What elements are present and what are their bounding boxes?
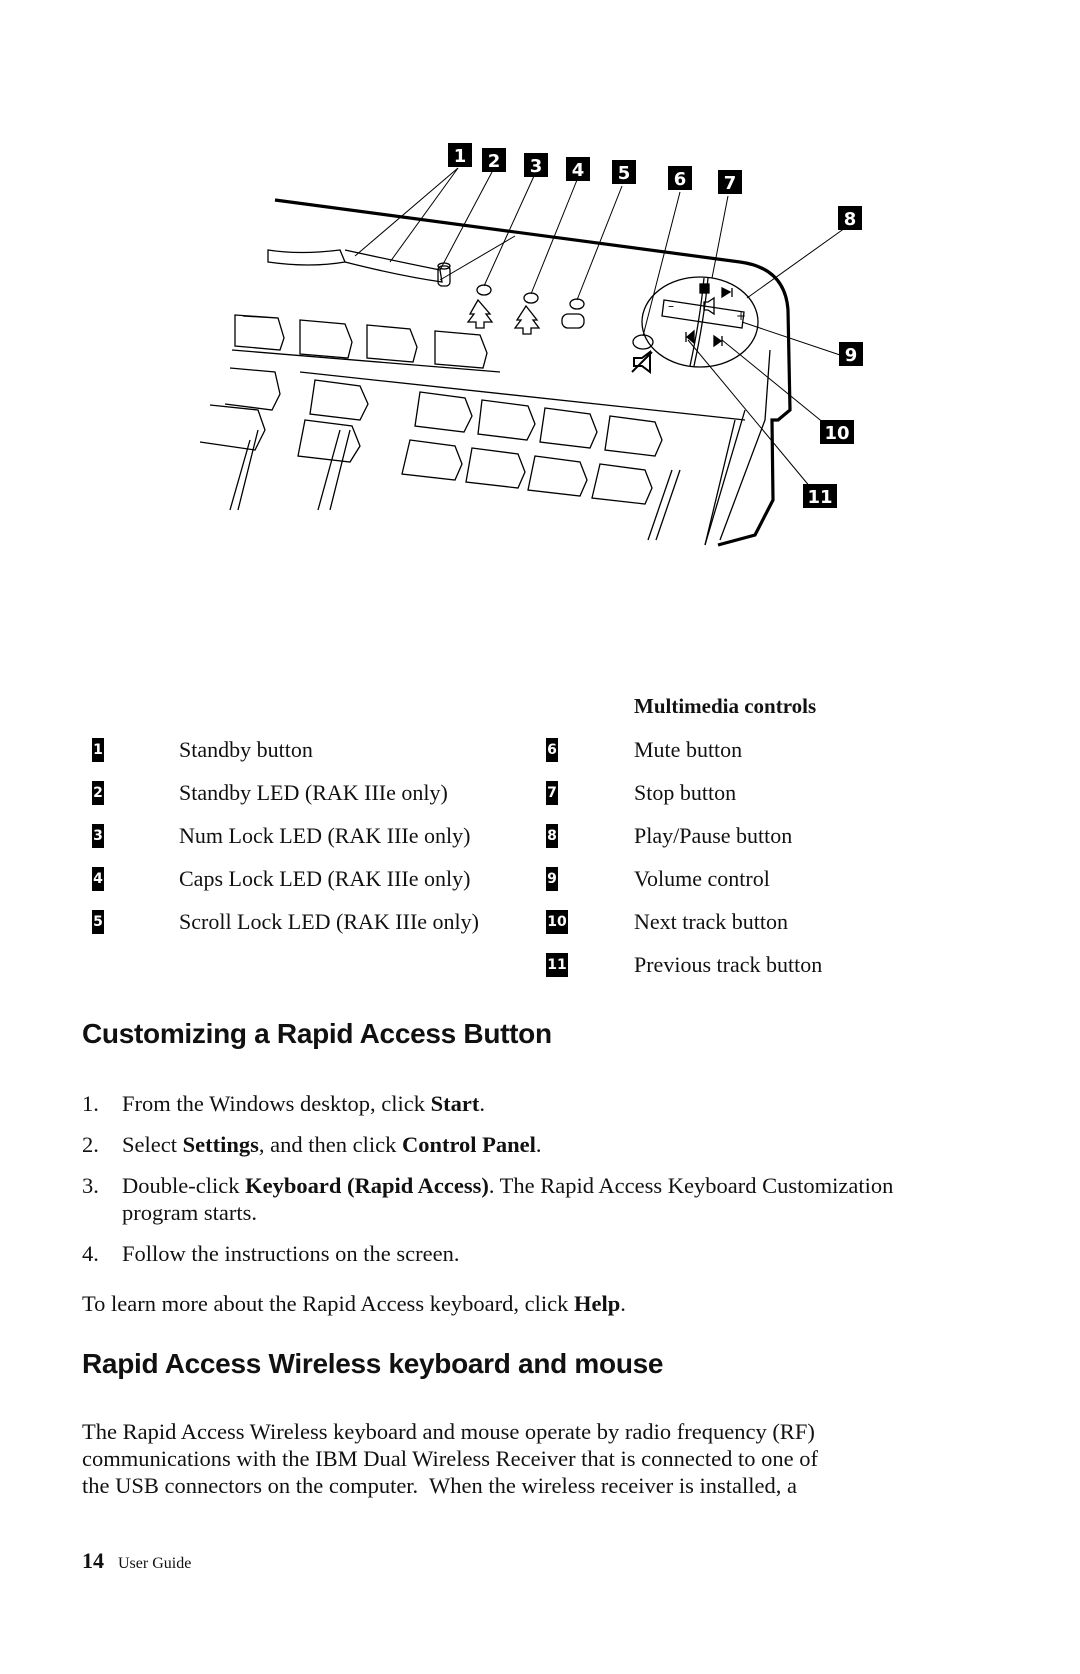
callout-number-1: 1 [454, 146, 467, 167]
paragraph-line: The Rapid Access Wireless keyboard and m… [82, 1419, 815, 1444]
step-number: 1. [82, 1091, 99, 1116]
legend-badge-4: 4 [92, 867, 104, 891]
legend-badge-11: 11 [546, 953, 568, 977]
play-pause-icon [721, 286, 733, 299]
page-number: 14 [82, 1548, 104, 1573]
legend-badge-5: 5 [92, 910, 104, 934]
callout-number-8: 8 [844, 209, 857, 230]
step-number: 3. [82, 1173, 99, 1198]
legend-label: Num Lock LED (RAK IIIe only) [179, 823, 471, 848]
legend-badge-7: 7 [546, 781, 558, 805]
scroll-lock-led [569, 298, 585, 310]
num-lock-led [476, 284, 492, 296]
caps-lock-icon [513, 304, 541, 335]
callout-number-9: 9 [845, 345, 858, 366]
previous-track-icon [685, 329, 695, 345]
mute-icon [631, 350, 653, 374]
stop-icon [699, 283, 710, 294]
multimedia-controls-heading: Multimedia controls [634, 694, 817, 718]
num-lock-icon [466, 298, 494, 329]
legend-label: Previous track button [634, 952, 823, 977]
legend-badge-9: 9 [546, 867, 558, 891]
help-note: To learn more about the Rapid Access key… [82, 1291, 626, 1316]
caps-lock-led [523, 292, 539, 304]
callout-number-4: 4 [572, 160, 585, 181]
callout-number-7: 7 [724, 173, 737, 194]
legend-badge-10: 10 [546, 910, 568, 934]
legend-label: Scroll Lock LED (RAK IIIe only) [179, 909, 479, 934]
step-number: 2. [82, 1132, 99, 1157]
page-footer: 14 User Guide [82, 1548, 191, 1574]
section-heading-customizing: Customizing a Rapid Access Button [82, 1018, 552, 1049]
callout-number-6: 6 [674, 169, 687, 190]
next-track-icon [713, 334, 723, 348]
step-text: From the Windows desktop, click Start. [122, 1091, 486, 1116]
callout-number-2: 2 [488, 151, 501, 172]
legend-label: Standby button [179, 737, 313, 762]
section-heading-wireless: Rapid Access Wireless keyboard and mouse [82, 1348, 664, 1379]
callout-number-10: 10 [824, 423, 849, 444]
keyboard-illustration: – + 1 2 3 4 5 6 7891011 [199, 143, 863, 547]
legend-label: Standby LED (RAK IIIe only) [179, 780, 448, 805]
step-number: 4. [82, 1241, 99, 1266]
legend-badge-6: 6 [546, 738, 558, 762]
legend-label: Mute button [634, 737, 743, 762]
mute-button [632, 334, 654, 350]
legend-label: Play/Pause button [634, 823, 793, 848]
legend-label: Stop button [634, 780, 737, 805]
paragraph-line: the USB connectors on the computer. When… [82, 1473, 798, 1498]
callout-number-3: 3 [530, 156, 543, 177]
legend-label: Next track button [634, 909, 788, 934]
callout-number-5: 5 [618, 163, 631, 184]
legend-badge-3: 3 [92, 824, 104, 848]
svg-text:+: + [736, 309, 746, 323]
step-item: 3. Double-click Keyboard (Rapid Access). … [82, 1172, 942, 1232]
svg-text:–: – [668, 299, 674, 313]
legend-badge-2: 2 [92, 781, 104, 805]
step-text: Double-click Keyboard (Rapid Access). Th… [122, 1173, 894, 1225]
wireless-paragraph: The Rapid Access Wireless keyboard and m… [82, 1418, 962, 1499]
legend-badge-8: 8 [546, 824, 558, 848]
book-title: User Guide [118, 1555, 192, 1572]
paragraph-line: communications with the IBM Dual Wireles… [82, 1446, 818, 1471]
step-text: Select Settings, and then click Control … [122, 1132, 542, 1157]
scroll-lock-icon [561, 313, 585, 329]
legend-label: Caps Lock LED (RAK IIIe only) [179, 866, 471, 891]
legend-badge-1: 1 [92, 738, 104, 762]
callout-number-11: 11 [807, 487, 832, 508]
legend-label: Volume control [634, 866, 770, 891]
step-text: Follow the instructions on the screen. [122, 1241, 460, 1266]
